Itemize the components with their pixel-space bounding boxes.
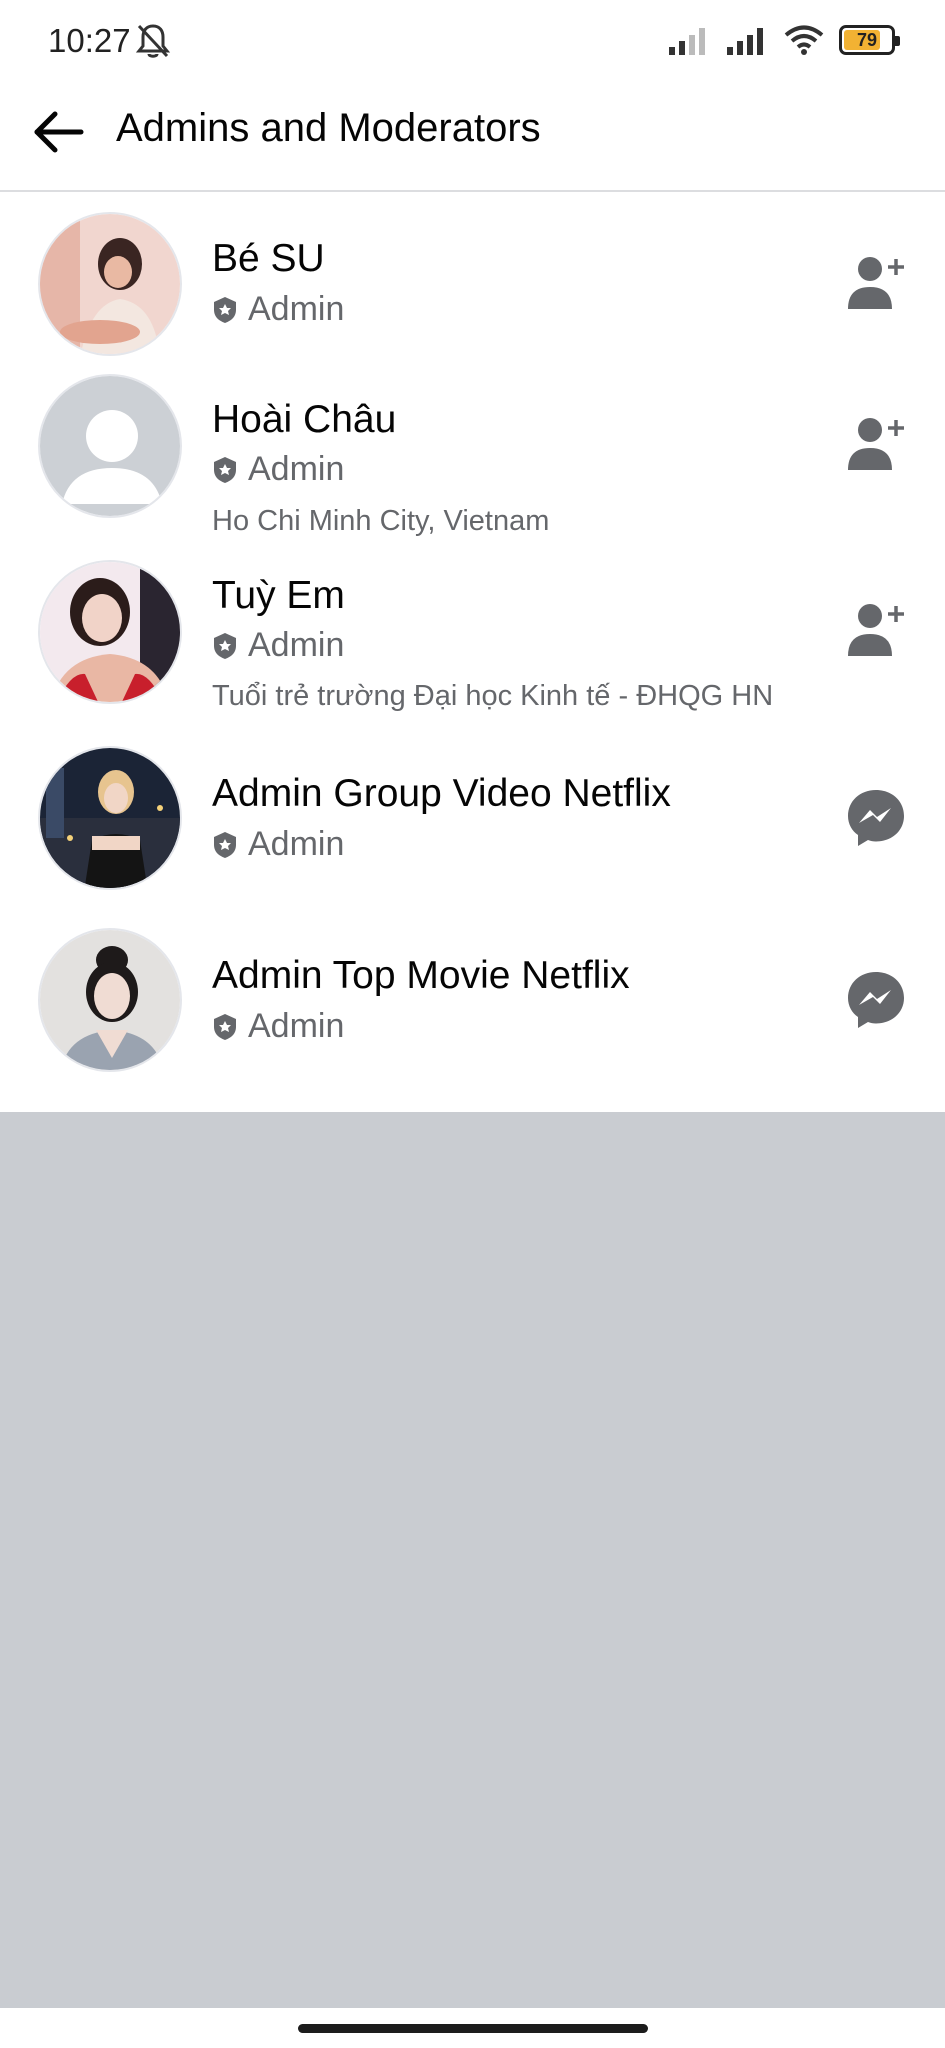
role-label: Admin [248,450,345,488]
avatar[interactable] [38,928,182,1072]
back-button[interactable] [28,102,88,162]
add-friend-icon [848,604,904,656]
admin-shield-icon [214,296,236,323]
avatar[interactable] [38,374,182,518]
list-item[interactable]: Admin Group Video Netflix Admin [0,730,945,912]
member-education: Tuổi trẻ trường Đại học Kinh tế - ĐHQG H… [212,680,774,712]
add-friend-icon [848,257,904,309]
message-button[interactable] [841,965,911,1035]
add-friend-button[interactable] [841,594,911,664]
add-friend-icon [848,418,904,470]
role-line: Admin [212,290,344,329]
role-label: Admin [248,1007,345,1045]
role-line: Admin [212,825,344,864]
member-location: Ho Chi Minh City, Vietnam [212,505,550,537]
avatar[interactable] [38,212,182,356]
list-item[interactable]: Admin Top Movie Netflix Admin [0,912,945,1112]
battery-icon: 79 [839,25,900,55]
member-name[interactable]: Tuỳ Em [212,574,345,618]
member-name[interactable]: Admin Top Movie Netflix [212,954,630,998]
messenger-icon [848,972,904,1028]
signal-weak-icon [669,28,705,55]
arrow-left-icon [34,111,84,153]
member-name[interactable]: Hoài Châu [212,398,396,442]
admin-shield-icon [214,456,236,483]
home-indicator[interactable] [298,2024,648,2033]
message-button[interactable] [841,783,911,853]
member-name[interactable]: Admin Group Video Netflix [212,772,671,816]
signal-icon [727,28,763,55]
add-friend-button[interactable] [841,247,911,317]
bell-off-icon [135,24,171,58]
wifi-icon [784,25,824,55]
admin-shield-icon [214,632,236,659]
role-line: Admin [212,626,344,665]
battery-cap [895,36,900,46]
page-title: Admins and Moderators [116,106,541,150]
role-line: Admin [212,1007,344,1046]
members-list: Bé SU Admin Hoài Châu Admin Ho Chi Minh … [0,192,945,1112]
role-label: Admin [248,825,345,863]
status-time: 10:27 [48,22,131,59]
list-item[interactable]: Tuỳ Em Admin Tuổi trẻ trường Đại học Kin… [0,550,945,730]
role-label: Admin [248,626,345,664]
app-header: Admins and Moderators [0,82,945,192]
status-bar: 10:27 79 [0,0,945,82]
admin-shield-icon [214,1013,236,1040]
status-icons: 79 [667,24,900,56]
avatar[interactable] [38,746,182,890]
member-name[interactable]: Bé SU [212,237,325,281]
add-friend-button[interactable] [841,408,911,478]
messenger-icon [848,790,904,846]
role-line: Admin [212,450,344,489]
list-item[interactable]: Hoài Châu Admin Ho Chi Minh City, Vietna… [0,360,945,550]
battery-level: 79 [856,29,878,50]
avatar[interactable] [38,560,182,704]
list-item[interactable]: Bé SU Admin [0,192,945,360]
role-label: Admin [248,290,345,328]
admin-shield-icon [214,831,236,858]
